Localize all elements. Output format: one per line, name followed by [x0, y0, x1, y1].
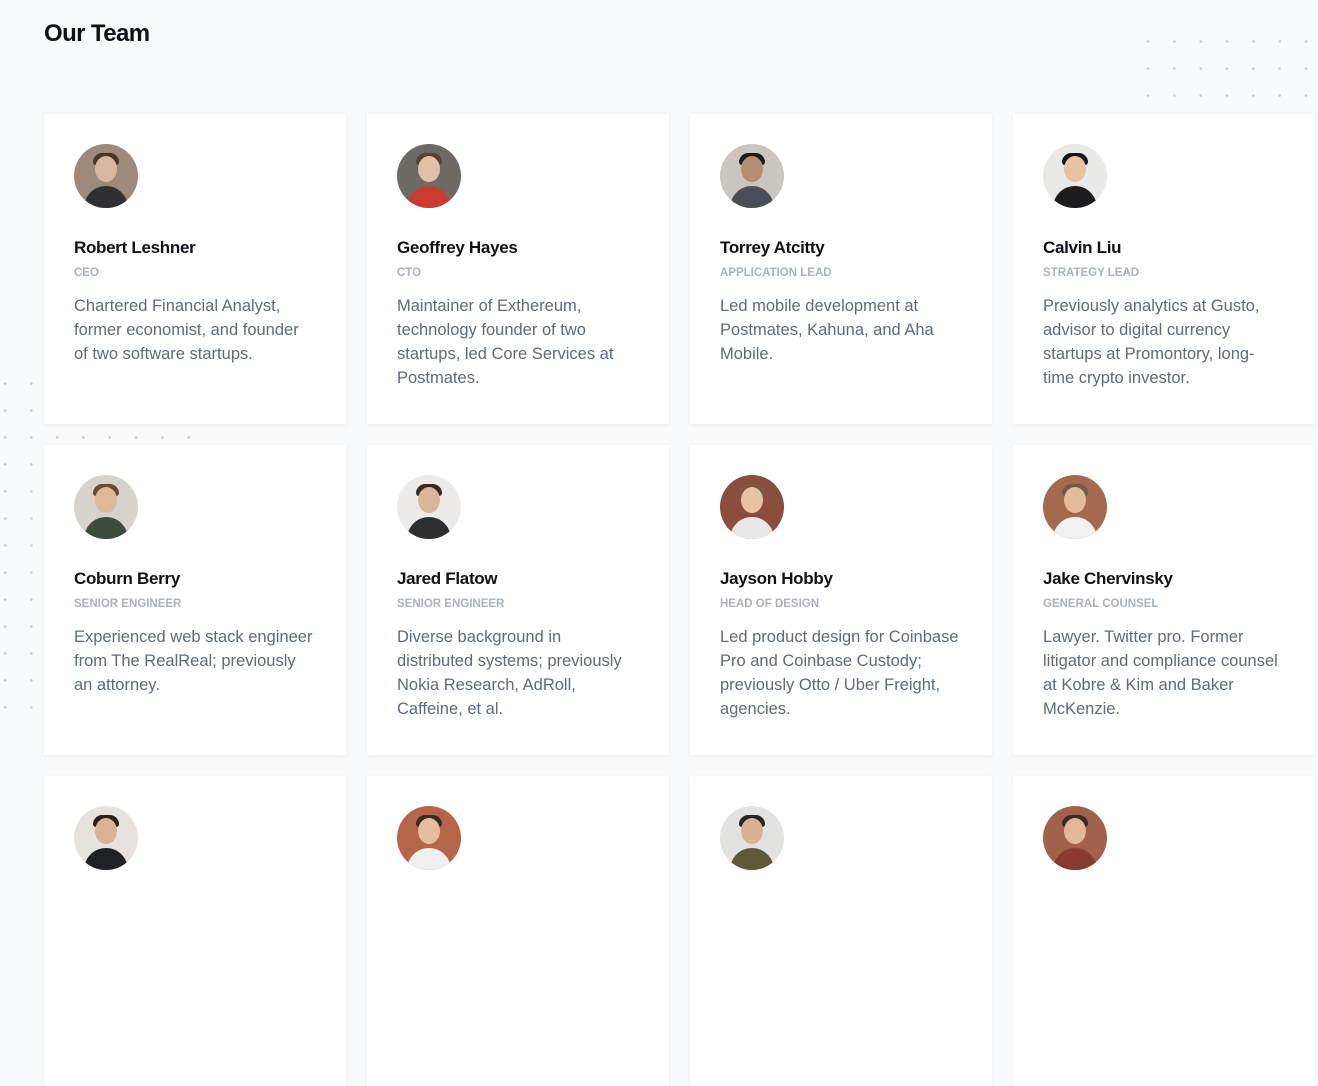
- avatar: [397, 806, 461, 870]
- team-member-card[interactable]: Jared Flatow Senior Engineer Diverse bac…: [367, 445, 669, 755]
- member-role: CEO: [74, 267, 99, 279]
- member-bio: Diverse background in distributed system…: [397, 628, 622, 718]
- avatar: [74, 144, 138, 208]
- avatar: [720, 806, 784, 870]
- decorative-dot-grid: [1135, 28, 1318, 109]
- page-title: Our Team: [44, 20, 150, 47]
- member-role: Head of Design: [720, 598, 820, 610]
- member-name: Robert Leshner: [74, 238, 196, 257]
- team-member-card[interactable]: Jayson Hobby Head of Design Led product …: [690, 445, 992, 755]
- member-name: Jake Chervinsky: [1043, 569, 1173, 588]
- member-bio: Chartered Financial Analyst, former econ…: [74, 297, 299, 363]
- team-member-card[interactable]: Robert Leshner CEO Chartered Financial A…: [44, 114, 346, 424]
- member-name: Jared Flatow: [397, 569, 498, 588]
- avatar: [1043, 475, 1107, 539]
- member-name: Torrey Atcitty: [720, 238, 825, 257]
- team-grid: Robert Leshner CEO Chartered Financial A…: [44, 114, 1315, 1086]
- member-bio: Maintainer of Exthereum, technology foun…: [397, 297, 614, 387]
- member-role: CTO: [397, 267, 422, 279]
- member-bio: Experienced web stack engineer from The …: [74, 628, 313, 694]
- member-name: Coburn Berry: [74, 569, 180, 588]
- team-member-card[interactable]: Torrey Atcitty Application Lead Led mobi…: [690, 114, 992, 424]
- team-member-card[interactable]: Jake Chervinsky General Counsel Lawyer. …: [1013, 445, 1315, 755]
- member-role: Strategy Lead: [1043, 267, 1140, 279]
- avatar: [74, 475, 138, 539]
- member-bio: Previously analytics at Gusto, advisor t…: [1043, 297, 1260, 387]
- member-role: General Counsel: [1043, 598, 1159, 610]
- avatar: [720, 144, 784, 208]
- member-role: Application Lead: [720, 267, 832, 279]
- team-member-card[interactable]: [690, 776, 992, 1086]
- team-member-card[interactable]: [44, 776, 346, 1086]
- avatar: [1043, 806, 1107, 870]
- decorative-dot-grid: [0, 370, 44, 722]
- team-member-card[interactable]: Coburn Berry Senior Engineer Experienced…: [44, 445, 346, 755]
- member-name: Calvin Liu: [1043, 238, 1122, 257]
- member-role: Senior Engineer: [74, 598, 182, 610]
- team-member-card[interactable]: Geoffrey Hayes CTO Maintainer of Exthere…: [367, 114, 669, 424]
- team-member-card[interactable]: [1013, 776, 1315, 1086]
- member-bio: Led product design for Coinbase Pro and …: [720, 628, 959, 718]
- team-member-card[interactable]: Calvin Liu Strategy Lead Previously anal…: [1013, 114, 1315, 424]
- member-name: Jayson Hobby: [720, 569, 833, 588]
- member-bio: Lawyer. Twitter pro. Former litigator an…: [1043, 628, 1278, 718]
- avatar: [720, 475, 784, 539]
- avatar: [1043, 144, 1107, 208]
- member-bio: Led mobile development at Postmates, Kah…: [720, 297, 934, 363]
- avatar: [397, 144, 461, 208]
- team-member-card[interactable]: [367, 776, 669, 1086]
- member-name: Geoffrey Hayes: [397, 238, 518, 257]
- member-role: Senior Engineer: [397, 598, 505, 610]
- avatar: [397, 475, 461, 539]
- avatar: [74, 806, 138, 870]
